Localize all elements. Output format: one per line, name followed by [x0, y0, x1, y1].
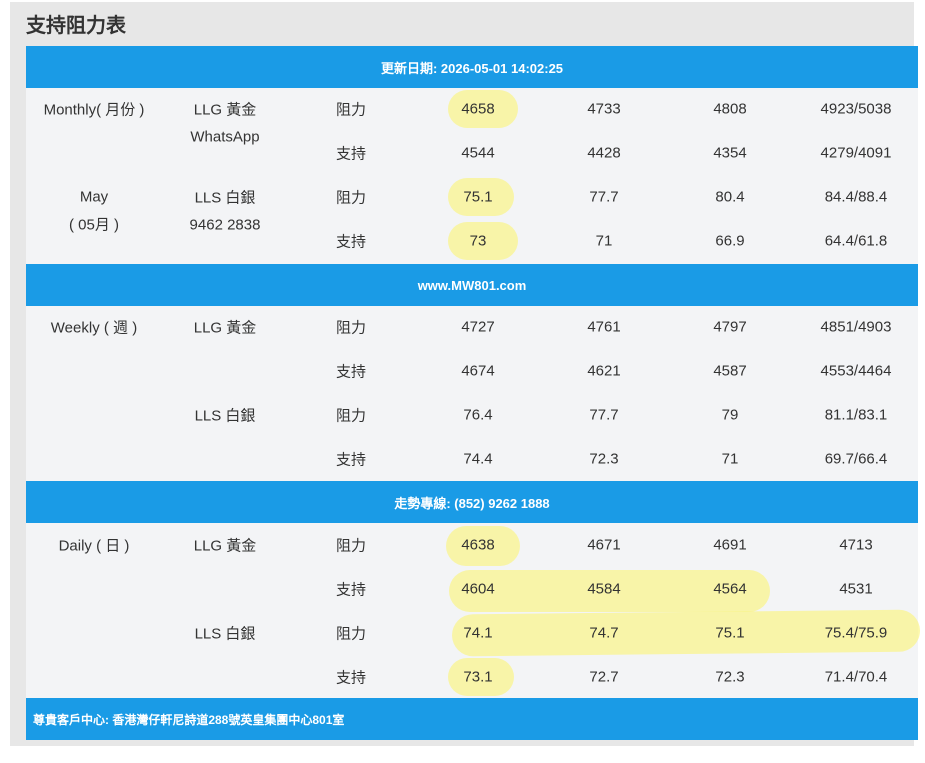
- value-cell: 66.9: [715, 232, 745, 250]
- value-cell: 77.7: [589, 406, 619, 424]
- value-cell: 4544: [461, 144, 495, 162]
- value-cell: 4851/4903: [820, 318, 892, 336]
- value-cell: 73: [469, 232, 487, 250]
- row-type-label: 支持: [335, 145, 367, 163]
- value-cell: 4279/4091: [820, 144, 892, 162]
- product-label: LLG 黃金: [193, 319, 257, 337]
- value-cell: 69.7/66.4: [824, 450, 888, 468]
- value-cell: 73.1: [463, 668, 493, 686]
- value-cell: 71: [721, 450, 739, 468]
- product-label: LLS 白銀: [194, 407, 256, 425]
- value-cell: 4553/4464: [820, 362, 892, 380]
- value-cell: 4808: [713, 100, 747, 118]
- monthly-period-label: Monthly( 月份 ): [43, 101, 145, 119]
- value-cell: 77.7: [589, 188, 619, 206]
- value-cell: 64.4/61.8: [824, 232, 888, 250]
- value-cell: 4587: [713, 362, 747, 380]
- value-cell: 4531: [839, 580, 873, 598]
- value-cell: 4428: [587, 144, 621, 162]
- row-type-label: 阻力: [335, 189, 367, 207]
- row-type-label: 阻力: [335, 625, 367, 643]
- row-type-label: 支持: [335, 581, 367, 599]
- support-resistance-table: 更新日期: 2026-05-01 14:02:25 www.MW801.com …: [26, 46, 921, 740]
- row-type-label: 支持: [335, 451, 367, 469]
- row-type-label: 支持: [335, 363, 367, 381]
- value-cell: 71: [595, 232, 613, 250]
- value-cell: 71.4/70.4: [824, 668, 888, 686]
- value-cell: 4733: [587, 100, 621, 118]
- value-cell: 4674: [461, 362, 495, 380]
- footer-address-bar: 尊貴客戶中心: 香港灣仔軒尼詩道288號英皇集團中心801室: [26, 698, 918, 740]
- value-cell: 4354: [713, 144, 747, 162]
- hotline-bar: 走勢專線: (852) 9262 1888: [26, 481, 918, 523]
- product-label: LLG 黃金: [193, 101, 257, 119]
- row-type-label: 阻力: [335, 319, 367, 337]
- value-cell: 84.4/88.4: [824, 188, 888, 206]
- row-type-label: 阻力: [335, 407, 367, 425]
- value-cell: 74.1: [463, 624, 493, 642]
- value-cell: 4638: [461, 536, 495, 554]
- value-cell: 4713: [839, 536, 873, 554]
- value-cell: 74.7: [589, 624, 619, 642]
- value-cell: 4658: [461, 100, 495, 118]
- product-label: LLG 黃金: [193, 537, 257, 555]
- support-resistance-panel: 支持阻力表 更新日期: 2026-05-01 14:02:25 www.MW80…: [10, 2, 921, 746]
- value-cell: 4584: [587, 580, 621, 598]
- whatsapp-label: WhatsApp: [190, 128, 260, 146]
- value-cell: 4923/5038: [820, 100, 892, 118]
- value-cell: 81.1/83.1: [824, 406, 888, 424]
- value-cell: 74.4: [463, 450, 493, 468]
- value-cell: 75.4/75.9: [824, 624, 888, 642]
- product-label: LLS 白銀: [194, 189, 256, 207]
- weekly-period-label: Weekly ( 週 ): [50, 319, 138, 337]
- value-cell: 80.4: [715, 188, 745, 206]
- value-cell: 4621: [587, 362, 621, 380]
- value-cell: 4671: [587, 536, 621, 554]
- value-cell: 79: [721, 406, 739, 424]
- value-cell: 76.4: [463, 406, 493, 424]
- value-cell: 4727: [461, 318, 495, 336]
- value-cell: 4761: [587, 318, 621, 336]
- row-type-label: 支持: [335, 669, 367, 687]
- monthly-month-cn-label: ( 05月 ): [68, 216, 120, 234]
- update-date-bar: 更新日期: 2026-05-01 14:02:25: [26, 46, 918, 88]
- row-type-label: 支持: [335, 233, 367, 251]
- value-cell: 4604: [461, 580, 495, 598]
- value-cell: 4797: [713, 318, 747, 336]
- product-label: LLS 白銀: [194, 625, 256, 643]
- value-cell: 75.1: [715, 624, 745, 642]
- row-type-label: 阻力: [335, 537, 367, 555]
- value-cell: 75.1: [463, 188, 493, 206]
- value-cell: 4564: [713, 580, 747, 598]
- panel-title: 支持阻力表: [26, 15, 126, 37]
- value-cell: 4691: [713, 536, 747, 554]
- row-type-label: 阻力: [335, 101, 367, 119]
- website-bar[interactable]: www.MW801.com: [26, 264, 918, 306]
- value-cell: 72.3: [715, 668, 745, 686]
- value-cell: 72.3: [589, 450, 619, 468]
- monthly-month-label: May: [79, 188, 109, 206]
- whatsapp-phone: 9462 2838: [189, 216, 261, 234]
- daily-period-label: Daily ( 日 ): [58, 537, 130, 555]
- value-cell: 72.7: [589, 668, 619, 686]
